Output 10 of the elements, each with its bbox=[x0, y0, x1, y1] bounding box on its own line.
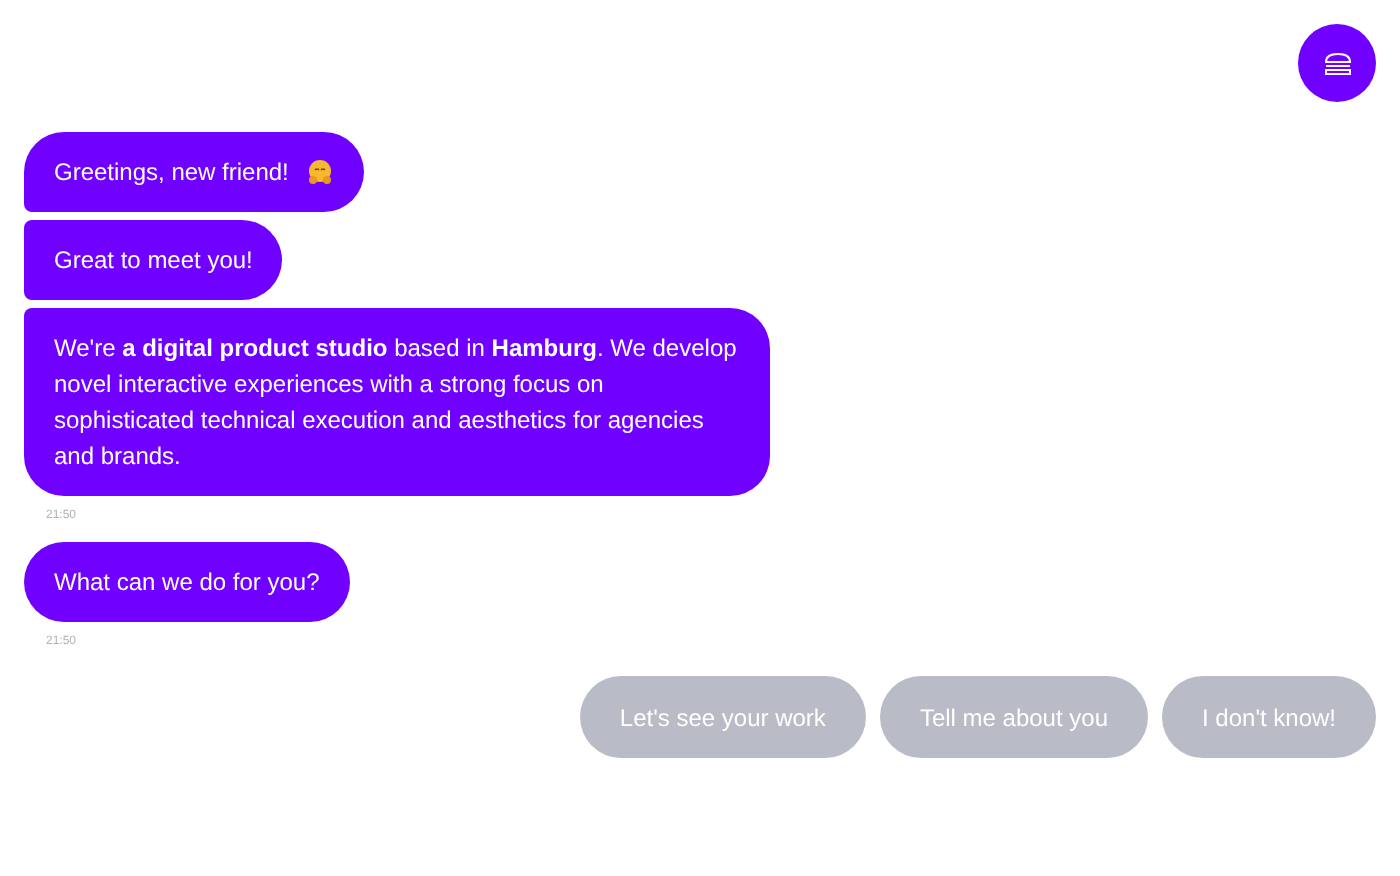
reply-option[interactable]: I don't know! bbox=[1162, 676, 1376, 758]
hugging-emoji-icon bbox=[306, 158, 335, 186]
message-text: What can we do for you? bbox=[54, 566, 320, 600]
menu-button[interactable] bbox=[1298, 24, 1376, 102]
reply-option[interactable]: Tell me about you bbox=[879, 676, 1148, 758]
message-text: Great to meet you! bbox=[54, 244, 253, 278]
reply-option[interactable]: Let's see your work bbox=[579, 676, 866, 758]
message-text: Greetings, new friend! bbox=[54, 156, 289, 190]
message-text: We're a digital product studio based in Hamburg. We develop novel interactive experiences with a strong focus on sophisticated technical execution and aesthetics for agencies and brands. bbox=[54, 332, 739, 474]
burger-icon bbox=[1323, 51, 1351, 75]
